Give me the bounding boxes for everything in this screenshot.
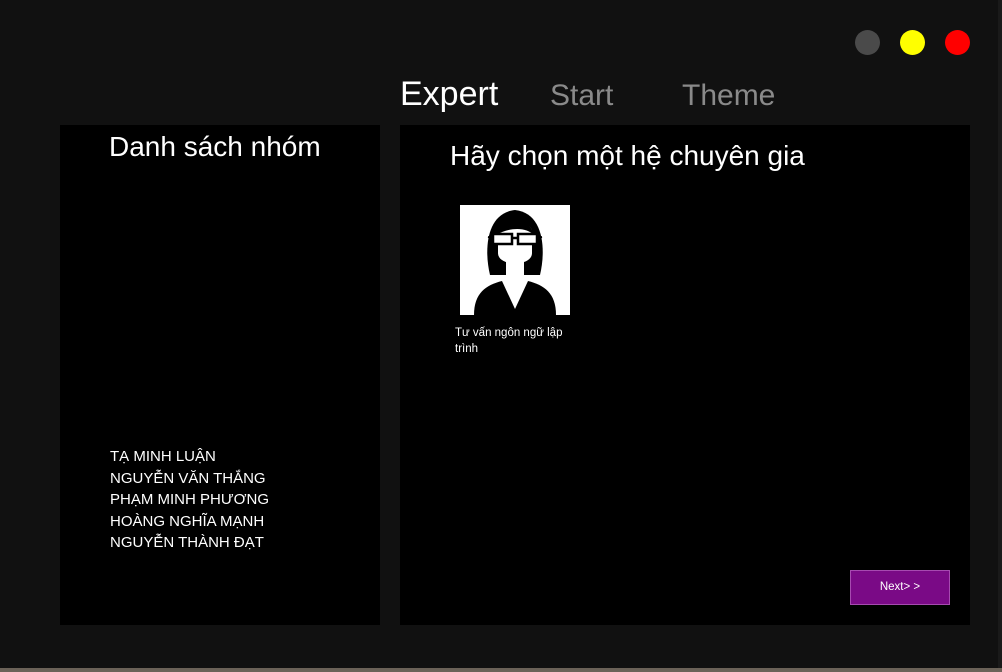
member-name: PHẠM MINH PHƯƠNG [110, 491, 270, 508]
expert-card-programming-language[interactable]: Tư vấn ngôn ngữ lập trình [455, 205, 575, 357]
tab-start[interactable]: Start [550, 72, 613, 120]
expert-selection-panel: Hãy chọn một hệ chuyên gia Tư vấn ngôn n… [400, 125, 970, 625]
close-button[interactable] [945, 30, 970, 55]
expert-selection-title: Hãy chọn một hệ chuyên gia [450, 140, 805, 171]
tab-expert[interactable]: Expert [400, 70, 498, 118]
woman-with-glasses-avatar-icon [460, 205, 570, 315]
member-list: TẠ MINH LUẬN NGUYỄN VĂN THẮNG PHẠM MINH … [110, 446, 269, 554]
group-list-panel: Danh sách nhóm TẠ MINH LUẬN NGUYỄN VĂN T… [60, 125, 380, 625]
app-window: Expert Start Theme Danh sách nhóm TẠ MIN… [0, 0, 1002, 668]
expert-card-label: Tư vấn ngôn ngữ lập trình [455, 327, 563, 355]
window-right-edge [998, 0, 1002, 668]
member-name: NGUYỄN VĂN THẮNG [110, 469, 266, 487]
maximize-button[interactable] [900, 30, 925, 55]
member-name: HOÀNG NGHĨA MẠNH [110, 512, 265, 530]
group-list-title: Danh sách nhóm [109, 131, 321, 162]
next-button[interactable]: Next> > [850, 570, 950, 605]
member-name: NGUYỄN THÀNH ĐẠT [110, 534, 264, 551]
tab-theme[interactable]: Theme [682, 72, 775, 120]
minimize-button[interactable] [855, 30, 880, 55]
desktop-strip [0, 668, 1002, 672]
member-name: TẠ MINH LUẬN [110, 448, 216, 465]
